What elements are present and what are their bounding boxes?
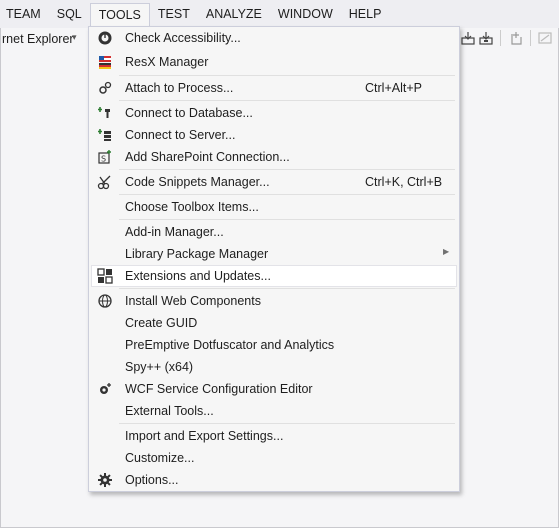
sharepoint-icon: S	[97, 149, 113, 165]
connect-server-icon	[97, 127, 113, 143]
menu-item-connect-to-server[interactable]: Connect to Server...	[91, 124, 457, 146]
new-item-icon[interactable]	[508, 30, 524, 46]
menu-item-extensions-and-updates[interactable]: Extensions and Updates...	[91, 265, 457, 287]
menu-item-spy-plus-plus[interactable]: Spy++ (x64)	[91, 356, 457, 378]
snippets-icon	[97, 174, 113, 190]
menu-separator	[119, 169, 455, 170]
menu-item-options[interactable]: Options...	[91, 469, 457, 491]
menu-item-add-in-manager[interactable]: Add-in Manager...	[91, 221, 457, 243]
menu-separator	[119, 100, 455, 101]
menu-separator	[119, 423, 455, 424]
svg-text:S: S	[101, 155, 106, 164]
menu-window[interactable]: WINDOW	[270, 2, 341, 26]
menu-team[interactable]: TEAM	[0, 2, 49, 26]
browser-combo[interactable]: rnet Explorer	[2, 32, 74, 46]
globe-icon	[97, 293, 113, 309]
submenu-arrow-icon: ▶	[443, 247, 450, 256]
menu-item-wcf-service-configuration-editor[interactable]: WCF Service Configuration Editor	[91, 378, 457, 400]
disabled-tool-icon	[537, 30, 553, 46]
resx-flag-icon	[97, 54, 113, 70]
menu-item-create-guid[interactable]: Create GUID	[91, 312, 457, 334]
menu-item-check-accessibility[interactable]: Check Accessibility...	[91, 27, 457, 49]
debug-step-icon[interactable]	[460, 30, 476, 46]
accessibility-icon	[97, 30, 113, 46]
menu-item-install-web-components[interactable]: Install Web Components	[91, 290, 457, 312]
menu-separator	[119, 219, 455, 220]
download-icon[interactable]	[478, 30, 494, 46]
chevron-down-icon[interactable]: ▾	[72, 32, 77, 43]
menu-item-preemptive-dotfuscator[interactable]: PreEmptive Dotfuscator and Analytics	[91, 334, 457, 356]
menu-separator	[119, 75, 455, 76]
menu-analyze[interactable]: ANALYZE	[198, 2, 270, 26]
menu-item-connect-to-database[interactable]: Connect to Database...	[91, 102, 457, 124]
toolbar-separator	[500, 30, 501, 46]
menu-item-customize[interactable]: Customize...	[91, 447, 457, 469]
menu-separator	[119, 288, 455, 289]
tools-menu: Check Accessibility... ResX Manager Atta…	[88, 26, 460, 492]
connect-database-icon	[97, 105, 113, 121]
extensions-icon	[97, 268, 113, 284]
wcf-gear-icon	[97, 381, 113, 397]
menu-item-choose-toolbox-items[interactable]: Choose Toolbox Items...	[91, 196, 457, 218]
menu-item-attach-to-process[interactable]: Attach to Process... Ctrl+Alt+P	[91, 77, 457, 99]
menu-help[interactable]: HELP	[341, 2, 390, 26]
attach-process-icon	[97, 80, 113, 96]
menu-test[interactable]: TEST	[150, 2, 198, 26]
menu-separator	[119, 194, 455, 195]
toolbar-separator	[530, 30, 531, 46]
menu-bar: TEAM SQL TOOLS TEST ANALYZE WINDOW HELP	[0, 0, 559, 29]
menu-item-add-sharepoint-connection[interactable]: S Add SharePoint Connection...	[91, 146, 457, 168]
menu-item-external-tools[interactable]: External Tools...	[91, 400, 457, 422]
menu-item-code-snippets-manager[interactable]: Code Snippets Manager... Ctrl+K, Ctrl+B	[91, 171, 457, 193]
menu-item-library-package-manager[interactable]: Library Package Manager ▶	[91, 243, 457, 265]
gear-icon	[97, 472, 113, 488]
menu-sql[interactable]: SQL	[49, 2, 90, 26]
menu-item-import-export-settings[interactable]: Import and Export Settings...	[91, 425, 457, 447]
menu-item-resx-manager[interactable]: ResX Manager	[91, 51, 457, 73]
menu-tools[interactable]: TOOLS	[89, 2, 150, 29]
